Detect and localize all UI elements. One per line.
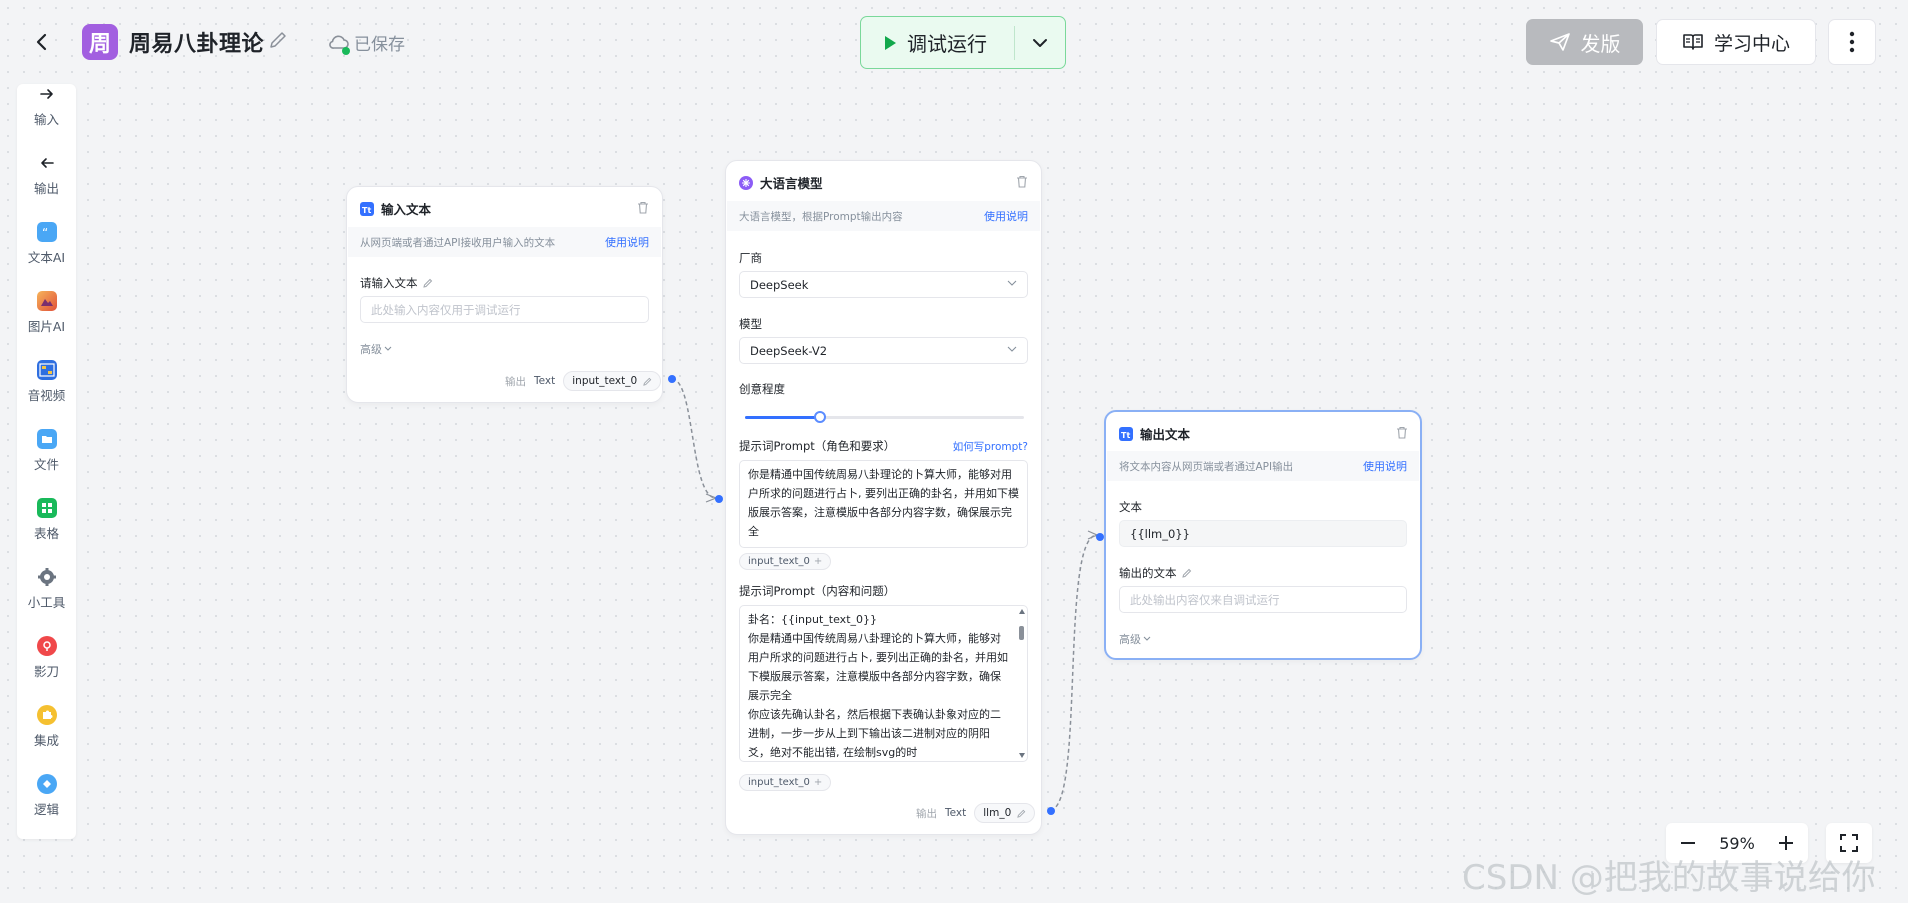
textarea-scrollbar[interactable] xyxy=(1018,607,1025,760)
model-label: 模型 xyxy=(739,317,762,331)
watermark: CSDN @把我的故事说给你 xyxy=(1462,858,1876,898)
chevron-down-icon xyxy=(1007,280,1017,286)
output-text-label-text: 输出的文本 xyxy=(1119,566,1177,580)
output-label: 输出 xyxy=(916,807,937,820)
output-variable-row: 输出 Text llm_0 xyxy=(916,803,1036,823)
system-prompt-textarea[interactable]: 你是精通中国传统周易八卦理论的卜算大师，能够对用户所求的问题进行占卜, 要列出正… xyxy=(739,460,1028,548)
pencil-icon[interactable] xyxy=(422,278,433,288)
trash-icon xyxy=(1017,175,1027,188)
output-type: Text xyxy=(534,375,556,387)
svg-text:Tt: Tt xyxy=(1121,431,1130,438)
input-handle[interactable] xyxy=(715,495,723,503)
text-icon: Tt xyxy=(1119,426,1133,441)
debug-input-field[interactable]: 此处输入内容仅用于调试运行 xyxy=(360,296,649,323)
user-prompt-label: 提示词Prompt（内容和问题） xyxy=(739,584,896,598)
node-title: 大语言模型 xyxy=(760,176,823,191)
variable-name: input_text_0 xyxy=(748,777,810,788)
model-select[interactable]: DeepSeek-V2 xyxy=(739,337,1028,364)
input-handle[interactable] xyxy=(1096,533,1104,541)
advanced-label: 高级 xyxy=(360,343,382,356)
output-variable-chip[interactable]: input_text_0 xyxy=(563,371,662,391)
trash-icon xyxy=(1397,426,1407,439)
output-variable-name: input_text_0 xyxy=(572,375,638,387)
plus-icon xyxy=(1779,836,1793,850)
node-header: Tt 输入文本 xyxy=(360,199,431,218)
chevron-down-icon xyxy=(384,346,392,351)
input-field-label-text: 请输入文本 xyxy=(360,276,418,290)
how-to-prompt-link[interactable]: 如何写prompt? xyxy=(953,439,1028,454)
scrollbar-thumb[interactable] xyxy=(1019,626,1024,640)
output-handle[interactable] xyxy=(1047,807,1055,815)
pencil-icon xyxy=(643,377,652,386)
node-description: 从网页端或者通过API接收用户输入的文本 xyxy=(360,236,556,249)
svg-text:Tt: Tt xyxy=(362,206,371,213)
node-description: 大语言模型，根据Prompt输出内容 xyxy=(739,210,903,223)
node-title: 输入文本 xyxy=(381,202,432,217)
node-header: 大语言模型 xyxy=(739,173,823,192)
delete-node-button[interactable] xyxy=(637,199,651,214)
chevron-down-icon xyxy=(1007,346,1017,352)
model-value: DeepSeek-V2 xyxy=(750,343,828,358)
input-field-label: 请输入文本 xyxy=(360,275,433,291)
slider-thumb[interactable] xyxy=(814,411,827,423)
delete-node-button[interactable] xyxy=(1396,424,1410,439)
system-prompt-label: 提示词Prompt（角色和要求） xyxy=(739,439,896,453)
node-header: Tt 输出文本 xyxy=(1119,424,1190,443)
vendor-label: 厂商 xyxy=(739,251,762,265)
output-label: 输出 xyxy=(505,375,526,388)
node-title: 输出文本 xyxy=(1140,427,1191,442)
output-handle[interactable] xyxy=(668,375,676,383)
node-description-bar: 从网页端或者通过API接收用户输入的文本 使用说明 xyxy=(348,227,661,257)
plus-icon: + xyxy=(813,777,823,788)
insert-variable-chip[interactable]: input_text_0 + xyxy=(739,553,832,570)
user-prompt-textarea[interactable]: 卦名：{{input_text_0}} 你是精通中国传统周易八卦理论的卜算大师，… xyxy=(739,605,1028,762)
vendor-value: DeepSeek xyxy=(750,277,809,292)
node-description-bar: 将文本内容从网页端或者通过API输出 使用说明 xyxy=(1107,451,1419,481)
insert-variable-chip[interactable]: input_text_0 + xyxy=(739,774,832,791)
node-description-bar: 大语言模型，根据Prompt输出内容 使用说明 xyxy=(727,201,1040,231)
node-description: 将文本内容从网页端或者通过API输出 xyxy=(1119,460,1294,473)
output-variable-chip[interactable]: llm_0 xyxy=(974,803,1036,823)
input-text-node[interactable]: Tt 输入文本 从网页端或者通过API接收用户输入的文本 使用说明 请输入文本 … xyxy=(346,186,676,403)
usage-guide-link[interactable]: 使用说明 xyxy=(984,208,1028,224)
system-prompt-header: 提示词Prompt（角色和要求） 如何写prompt? xyxy=(739,438,1028,454)
output-text-node[interactable]: Tt 输出文本 将文本内容从网页端或者通过API输出 使用说明 文本 {{llm… xyxy=(1096,410,1422,660)
delete-node-button[interactable] xyxy=(1016,173,1030,188)
chevron-down-icon xyxy=(1143,636,1151,641)
text-icon: Tt xyxy=(360,201,374,216)
debug-output-field[interactable]: 此处输出内容仅来自调试运行 xyxy=(1119,586,1407,613)
text-label: 文本 xyxy=(1119,500,1142,514)
sparkle-icon xyxy=(739,175,753,190)
creativity-label: 创意程度 xyxy=(739,382,785,396)
scroll-up-icon[interactable] xyxy=(1019,609,1025,614)
vendor-select[interactable]: DeepSeek xyxy=(739,271,1028,298)
output-variable-name: llm_0 xyxy=(983,807,1012,819)
advanced-toggle[interactable]: 高级 xyxy=(1119,631,1151,647)
output-variable-row: 输出 Text input_text_0 xyxy=(505,371,662,391)
usage-guide-link[interactable]: 使用说明 xyxy=(605,234,649,250)
slider-fill xyxy=(745,416,821,419)
variable-name: input_text_0 xyxy=(748,556,810,567)
minus-icon xyxy=(1681,842,1695,844)
advanced-toggle[interactable]: 高级 xyxy=(360,341,392,357)
llm-node[interactable]: 大语言模型 大语言模型，根据Prompt输出内容 使用说明 厂商 DeepSee… xyxy=(715,160,1055,835)
trash-icon xyxy=(638,201,648,214)
pencil-icon xyxy=(1017,809,1026,818)
pencil-icon[interactable] xyxy=(1181,568,1192,578)
output-type: Text xyxy=(945,807,967,819)
plus-icon: + xyxy=(813,556,823,567)
advanced-label: 高级 xyxy=(1119,633,1141,646)
text-value-field[interactable]: {{llm_0}} xyxy=(1119,520,1407,547)
creativity-slider[interactable] xyxy=(745,411,1024,423)
usage-guide-link[interactable]: 使用说明 xyxy=(1363,458,1407,474)
scroll-down-icon[interactable] xyxy=(1019,753,1025,758)
output-text-label: 输出的文本 xyxy=(1119,565,1192,581)
